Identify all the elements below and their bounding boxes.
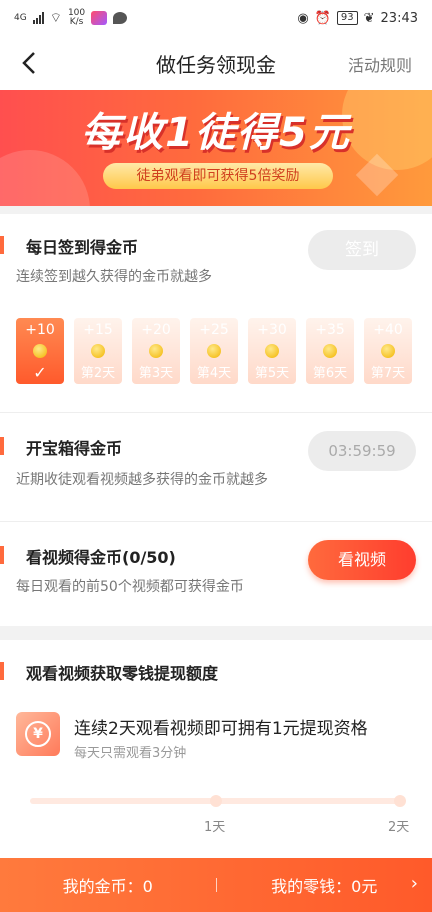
coin-icon <box>33 344 47 358</box>
rules-link[interactable]: 活动规则 <box>348 52 412 76</box>
status-right: ◉ ⏰ 93 ❦ 23:43 <box>297 11 418 26</box>
eye-icon: ◉ <box>297 10 309 26</box>
progress-label-day1: 1天 <box>204 820 226 835</box>
checkin-day-6: +35 第6天 <box>306 318 354 384</box>
app-notification-icon <box>91 11 108 25</box>
wallet-bar[interactable]: 我的金币：0 我的零钱：0元 › <box>0 858 432 912</box>
video-desc: 每日观看的前50个视频都可获得金币 <box>16 579 244 595</box>
checkin-button[interactable]: 签到 <box>308 230 416 270</box>
battery-icon: 93 <box>336 11 358 25</box>
alarm-icon: ⏰ <box>314 10 331 26</box>
page-title: 做任务领现金 <box>156 52 276 77</box>
treasure-title: 开宝箱得金币 <box>0 435 122 459</box>
progress-dot-day2 <box>394 795 406 807</box>
signal-icon <box>32 12 44 24</box>
checkin-day-7: +40 第7天 <box>364 318 412 384</box>
coin-icon <box>149 344 163 358</box>
withdraw-card: 观看视频获取零钱提现额度 ¥ 连续2天观看视频即可拥有1元提现资格 每天只需观看… <box>0 640 432 858</box>
checkin-day-4: +25 第4天 <box>190 318 238 384</box>
network-speed: 100 K/s <box>67 8 86 27</box>
promo-banner[interactable]: 每收1徒得5元 徒弟观看即可获得5倍奖励 <box>0 90 432 206</box>
coin-icon <box>91 344 105 358</box>
withdraw-title: 观看视频获取零钱提现额度 <box>0 660 218 684</box>
treasure-desc: 近期收徒观看视频越多获得的金币就越多 <box>16 472 268 488</box>
video-card: 看视频得金币(0/50) 每日观看的前50个视频都可获得金币 看视频 <box>0 522 432 626</box>
checkin-day-2: +15 第2天 <box>74 318 122 384</box>
wifi-icon: ⌔ <box>49 11 62 26</box>
checkin-day-5: +30 第5天 <box>248 318 296 384</box>
video-title: 看视频得金币(0/50) <box>0 544 176 568</box>
withdraw-sub: 每天只需观看3分钟 <box>74 746 187 761</box>
treasure-card: 开宝箱得金币 近期收徒观看视频越多获得的金币就越多 03:59:59 <box>0 413 432 521</box>
network-type: 4G <box>14 12 27 23</box>
check-icon: ✓ <box>33 363 47 382</box>
coin-icon <box>207 344 221 358</box>
leaf-icon: ❦ <box>363 10 375 26</box>
back-icon[interactable] <box>14 48 44 78</box>
status-left: 4G ⌔ 100 K/s <box>14 8 128 27</box>
checkin-title: 每日签到得金币 <box>0 234 138 258</box>
progress-dot-day1 <box>210 795 222 807</box>
message-icon <box>113 12 128 24</box>
yuan-refresh-icon: ¥ <box>16 712 60 756</box>
clock-time: 23:43 <box>380 10 418 26</box>
checkin-day-3: +20 第3天 <box>132 318 180 384</box>
nav-bar: 做任务领现金 活动规则 <box>0 36 432 90</box>
my-coins: 我的金币：0 <box>62 877 153 896</box>
coin-icon <box>265 344 279 358</box>
coin-icon <box>381 344 395 358</box>
banner-subline: 徒弟观看即可获得5倍奖励 <box>103 163 333 189</box>
my-cash: 我的零钱：0元 <box>271 877 378 896</box>
withdraw-headline: 连续2天观看视频即可拥有1元提现资格 <box>74 719 368 739</box>
treasure-timer-button[interactable]: 03:59:59 <box>308 431 416 471</box>
checkin-card: 每日签到得金币 连续签到越久获得的金币就越多 签到 +10 ✓ +15 第2天 … <box>0 214 432 412</box>
chevron-right-icon[interactable]: › <box>411 873 418 894</box>
checkin-desc: 连续签到越久获得的金币就越多 <box>16 269 212 285</box>
banner-headline: 每收1徒得5元 <box>81 110 351 156</box>
watch-video-button[interactable]: 看视频 <box>308 540 416 580</box>
checkin-day-1: +10 ✓ <box>16 318 64 384</box>
status-bar: 4G ⌔ 100 K/s ◉ ⏰ 93 ❦ 23:43 <box>0 0 432 36</box>
checkin-days: +10 ✓ +15 第2天 +20 第3天 +25 第4天 +30 第5天 +3… <box>16 318 412 384</box>
progress-label-day2: 2天 <box>388 820 410 835</box>
coin-icon <box>323 344 337 358</box>
